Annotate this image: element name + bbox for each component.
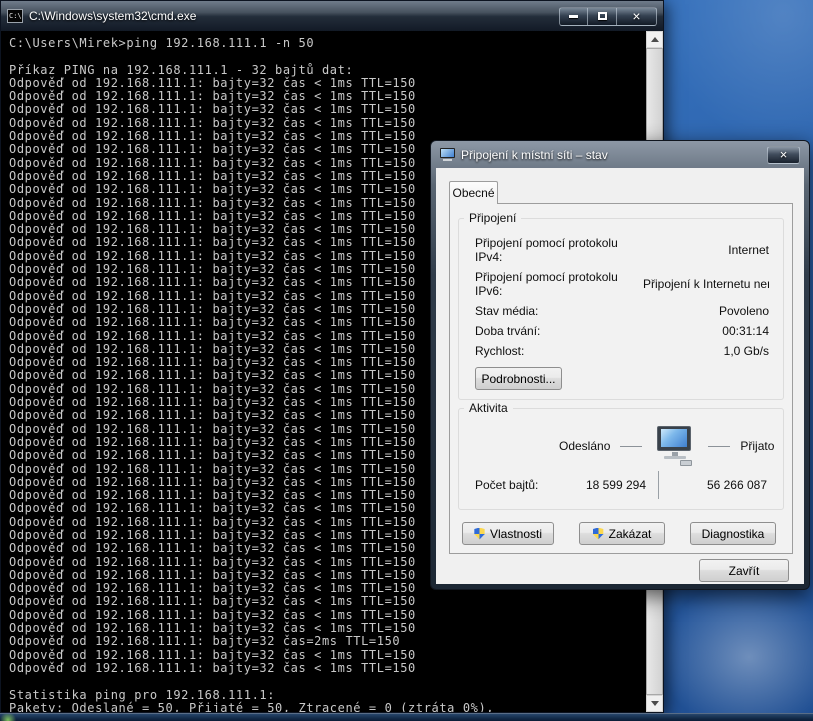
arrow-down-icon [651, 701, 659, 706]
bytes-label: Počet bajtů: [475, 478, 579, 492]
media-state-value: Povoleno [643, 304, 769, 318]
network-status-dialog: Připojení k místní síti – stav × Obecné … [430, 140, 810, 590]
console-line: Pakety: Odeslané = 50, Přijaté = 50, Ztr… [9, 702, 646, 712]
activity-group-label: Aktivita [464, 401, 513, 415]
console-line: Odpověď od 192.168.111.1: bajty=32 čas <… [9, 90, 646, 103]
sent-label: Odesláno [559, 439, 610, 453]
console-line: Odpověď od 192.168.111.1: bajty=32 čas <… [9, 77, 646, 90]
tab-label: Obecné [452, 186, 494, 200]
bytes-row: Počet bajtů: 18 599 294 56 266 087 [475, 471, 767, 499]
ipv4-label: Připojení pomocí protokolu IPv4: [475, 236, 643, 264]
close-icon: × [780, 147, 788, 162]
ipv6-row: Připojení pomocí protokolu IPv6: Připoje… [475, 267, 769, 301]
close-button[interactable]: × [616, 7, 657, 26]
arrow-up-icon [651, 37, 659, 42]
bytes-sent-value: 18 599 294 [579, 478, 646, 492]
console-line: Odpověď od 192.168.111.1: bajty=32 čas <… [9, 595, 646, 608]
connector-line [620, 446, 642, 447]
ipv4-row: Připojení pomocí protokolu IPv4: Interne… [475, 233, 769, 267]
console-line: Odpověď od 192.168.111.1: bajty=32 čas <… [9, 117, 646, 130]
connector-line [708, 446, 730, 447]
maximize-icon [598, 12, 607, 20]
ipv4-value: Internet [643, 243, 769, 257]
duration-label: Doba trvání: [475, 324, 643, 338]
uac-shield-icon [593, 528, 604, 540]
duration-value: 00:31:14 [643, 324, 769, 338]
tab-general[interactable]: Obecné [449, 181, 498, 204]
console-line: Odpověď od 192.168.111.1: bajty=32 čas <… [9, 609, 646, 622]
dialog-titlebar[interactable]: Připojení k místní síti – stav × [431, 141, 809, 168]
speed-label: Rychlost: [475, 344, 643, 358]
connection-group: Připojení Připojení pomocí protokolu IPv… [458, 218, 784, 400]
activity-row: Odesláno Přijato [559, 425, 783, 467]
properties-button[interactable]: Vlastnosti [462, 522, 554, 545]
cmd-caption-buttons: × [559, 7, 657, 26]
ipv6-value: Připojení k Internetu není k [643, 277, 769, 291]
minimize-icon [569, 15, 578, 18]
cmd-titlebar[interactable]: C:\ C:\Windows\system32\cmd.exe × [1, 1, 663, 31]
duration-row: Doba trvání: 00:31:14 [475, 321, 769, 341]
console-line: Odpověď od 192.168.111.1: bajty=32 čas=2… [9, 635, 646, 648]
cmd-window-title: C:\Windows\system32\cmd.exe [29, 9, 196, 23]
connection-group-label: Připojení [464, 211, 521, 225]
console-line [9, 675, 646, 688]
console-line: Odpověď od 192.168.111.1: bajty=32 čas <… [9, 649, 646, 662]
console-line: Příkaz PING na 192.168.111.1 - 32 bajtů … [9, 64, 646, 77]
activity-group: Aktivita Odesláno Přijato Počet bajtů: 1… [458, 408, 784, 510]
disable-button[interactable]: Zakázat [579, 522, 665, 545]
details-button[interactable]: Podrobnosti... [475, 367, 562, 390]
diagnostics-button[interactable]: Diagnostika [690, 522, 776, 545]
cmd-icon: C:\ [7, 9, 23, 23]
ipv6-label: Připojení pomocí protokolu IPv6: [475, 270, 643, 298]
taskbar[interactable] [0, 713, 813, 721]
network-connection-icon [440, 148, 455, 161]
minimize-button[interactable] [559, 7, 588, 26]
action-buttons-row: Vlastnosti Zakázat Diagnostika [462, 522, 776, 545]
tab-panel-general: Připojení Připojení pomocí protokolu IPv… [449, 203, 793, 554]
close-icon: × [632, 9, 640, 23]
media-state-row: Stav média: Povoleno [475, 301, 769, 321]
computer-icon [652, 425, 698, 467]
speed-row: Rychlost: 1,0 Gb/s [475, 341, 769, 361]
desktop-wallpaper-glow [663, 0, 813, 150]
scroll-down-button[interactable] [646, 695, 663, 712]
console-line: C:\Users\Mirek>ping 192.168.111.1 -n 50 [9, 37, 646, 50]
scroll-up-button[interactable] [646, 31, 663, 48]
dialog-body: Obecné Připojení Připojení pomocí protok… [436, 168, 804, 584]
dialog-title: Připojení k místní síti – stav [461, 148, 608, 162]
dialog-close-button[interactable]: × [767, 146, 800, 164]
start-button[interactable] [0, 714, 18, 721]
console-line: Statistika ping pro 192.168.111.1: [9, 689, 646, 702]
bytes-divider [658, 471, 659, 499]
console-line: Odpověď od 192.168.111.1: bajty=32 čas <… [9, 662, 646, 675]
console-line [9, 50, 646, 63]
connection-rows: Připojení pomocí protokolu IPv4: Interne… [459, 219, 783, 361]
received-label: Přijato [740, 439, 774, 453]
console-line: Odpověď od 192.168.111.1: bajty=32 čas <… [9, 103, 646, 116]
media-state-label: Stav média: [475, 304, 643, 318]
close-dialog-button[interactable]: Zavřít [699, 559, 789, 582]
desktop-wallpaper-glow [653, 573, 813, 713]
console-line: Odpověď od 192.168.111.1: bajty=32 čas <… [9, 622, 646, 635]
maximize-button[interactable] [588, 7, 616, 26]
speed-value: 1,0 Gb/s [643, 344, 769, 358]
bytes-received-value: 56 266 087 [671, 478, 767, 492]
uac-shield-icon [474, 528, 485, 540]
